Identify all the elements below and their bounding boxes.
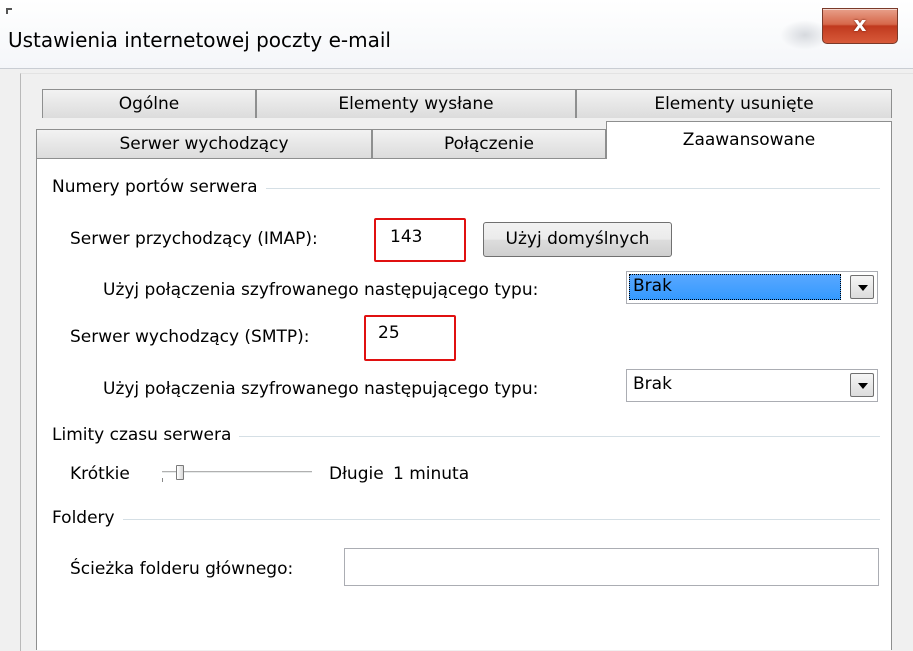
encryption-select-incoming[interactable]: Brak <box>626 271 878 304</box>
window-corner <box>6 8 12 14</box>
tab-outgoing-server[interactable]: Serwer wychodzący <box>36 129 372 158</box>
slider-tick <box>162 478 163 482</box>
encryption-label-outgoing: Użyj połączenia szyfrowanego następujące… <box>103 379 539 399</box>
timeout-value: 1 minuta <box>393 464 470 484</box>
ports-group-title: Numery portów serwera <box>52 177 266 197</box>
encryption-select-outgoing[interactable]: Brak <box>626 369 878 402</box>
use-defaults-button[interactable]: Użyj domyślnych <box>483 222 672 257</box>
timeout-slider-track[interactable] <box>162 471 312 474</box>
close-icon: x <box>853 12 867 36</box>
tab-advanced[interactable]: Zaawansowane <box>606 121 892 159</box>
encryption-select-incoming-value: Brak <box>629 274 841 300</box>
timeout-long-label: Długie <box>329 464 384 484</box>
window-title: Ustawienia internetowej poczty e-mail <box>8 28 391 52</box>
root-folder-input[interactable] <box>344 548 879 586</box>
close-button[interactable]: x <box>822 8 898 44</box>
outgoing-port-highlight <box>364 315 456 361</box>
timeout-short-label: Krótkie <box>70 464 130 484</box>
tab-sent-items[interactable]: Elementy wysłane <box>256 89 576 118</box>
encryption-select-outgoing-value: Brak <box>633 374 672 394</box>
tab-connection[interactable]: Połączenie <box>372 129 606 158</box>
chevron-down-icon[interactable] <box>850 373 874 397</box>
timeouts-group-title: Limity czasu serwera <box>52 425 240 445</box>
timeout-slider-thumb[interactable] <box>176 465 185 480</box>
folders-group-title: Foldery <box>52 508 123 528</box>
folders-group-line <box>52 519 880 520</box>
incoming-server-label: Serwer przychodzący (IMAP): <box>70 229 318 249</box>
encryption-label-incoming: Użyj połączenia szyfrowanego następujące… <box>103 280 539 300</box>
incoming-port-highlight <box>374 218 466 262</box>
root-folder-label: Ścieżka folderu głównego: <box>70 559 294 579</box>
outgoing-server-label: Serwer wychodzący (SMTP): <box>70 327 310 347</box>
chevron-down-icon[interactable] <box>850 275 874 299</box>
tab-general[interactable]: Ogólne <box>42 89 256 118</box>
tab-deleted-items[interactable]: Elementy usunięte <box>576 89 892 118</box>
